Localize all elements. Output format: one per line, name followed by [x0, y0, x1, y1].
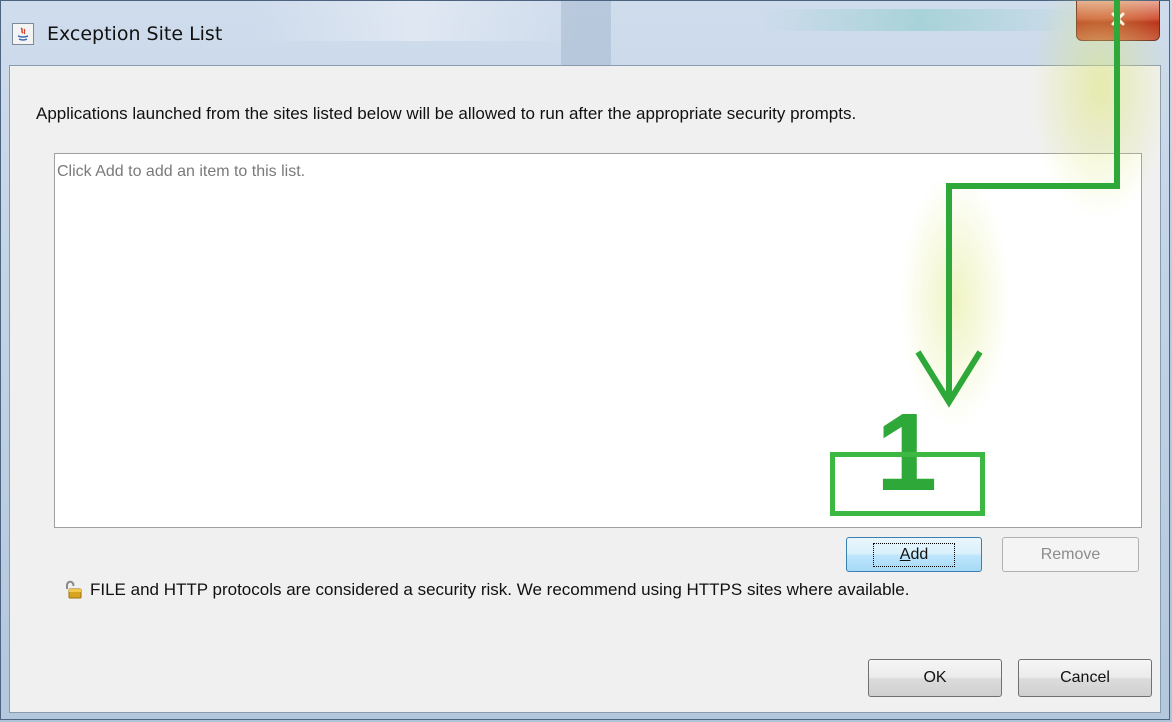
unlocked-padlock-icon: [64, 580, 84, 600]
title-bar[interactable]: Exception Site List: [1, 1, 1169, 65]
cancel-button[interactable]: Cancel: [1018, 659, 1152, 697]
titlebar-glass-shadow: [561, 1, 611, 65]
ok-button[interactable]: OK: [868, 659, 1002, 697]
dialog-description: Applications launched from the sites lis…: [36, 104, 857, 123]
add-button[interactable]: Add: [846, 537, 982, 572]
security-warning: FILE and HTTP protocols are considered a…: [64, 580, 910, 600]
list-placeholder: Click Add to add an item to this list.: [57, 163, 306, 180]
window-title: Exception Site List: [47, 23, 223, 45]
annotation-highlight-box: [830, 452, 985, 516]
java-icon: [12, 23, 34, 45]
add-button-label: Add: [872, 542, 956, 567]
remove-button[interactable]: Remove: [1002, 537, 1139, 572]
security-warning-text: FILE and HTTP protocols are considered a…: [90, 580, 910, 599]
add-button-mnemonic: A: [899, 545, 911, 563]
annotation-glow: [1030, 0, 1170, 220]
titlebar-glass-highlight: [251, 1, 581, 41]
